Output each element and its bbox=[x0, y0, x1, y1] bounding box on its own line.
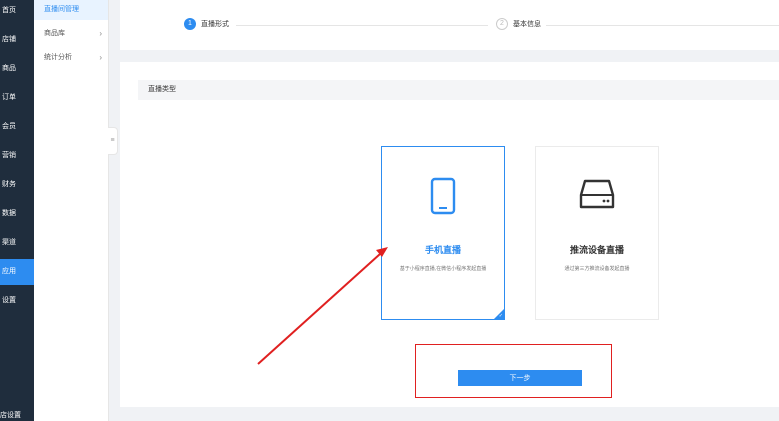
step-basic-info: 2 基本信息 bbox=[496, 18, 541, 32]
step-label: 直播形式 bbox=[201, 21, 229, 28]
nav-item-home[interactable]: 首页 bbox=[0, 0, 34, 22]
check-icon: ✓ bbox=[498, 313, 503, 319]
option-title: 手机直播 bbox=[424, 245, 461, 255]
chevron-right-icon: › bbox=[99, 29, 102, 38]
phone-icon bbox=[430, 177, 456, 215]
submenu-item-live-room[interactable]: 直播间管理 bbox=[34, 0, 108, 20]
step-number: 2 bbox=[496, 18, 508, 31]
submenu-item-label: 商品库 bbox=[44, 30, 65, 37]
nav-item-members[interactable]: 会员 bbox=[0, 116, 34, 138]
nav-item-data[interactable]: 数据 bbox=[0, 203, 34, 225]
step-connector bbox=[236, 25, 488, 26]
option-description: 通过第三方推流设备发起直播 bbox=[564, 266, 630, 272]
section-title: 直播类型 bbox=[138, 80, 779, 100]
submenu-item-statistics[interactable]: 统计分析 › bbox=[34, 48, 108, 68]
step-label: 基本信息 bbox=[513, 21, 541, 28]
step-connector bbox=[546, 25, 779, 26]
collapse-menu-icon[interactable]: ≡ bbox=[108, 127, 118, 155]
nav-item-settings[interactable]: 设置 bbox=[0, 290, 34, 312]
submenu-item-label: 统计分析 bbox=[44, 54, 72, 61]
nav-item-goods[interactable]: 商品 bbox=[0, 58, 34, 80]
submenu-item-label: 直播间管理 bbox=[44, 6, 79, 13]
step-number: 1 bbox=[184, 18, 196, 31]
option-phone-live[interactable]: 手机直播 基于小程序直播,在微信小程序发起直播 ✓ bbox=[381, 146, 505, 320]
nav-bottom-settings[interactable]: 店设置 bbox=[0, 410, 34, 421]
nav-item-marketing[interactable]: 营销 bbox=[0, 145, 34, 167]
steps-bar: 1 直播形式 2 基本信息 bbox=[120, 0, 779, 50]
nav-item-channels[interactable]: 渠道 bbox=[0, 232, 34, 254]
nav-item-apps[interactable]: 应用 bbox=[0, 259, 34, 285]
main-nav: 首页 店铺 商品 订单 会员 营销 财务 数据 渠道 应用 设置 店设置 bbox=[0, 0, 34, 421]
nav-item-store[interactable]: 店铺 bbox=[0, 29, 34, 51]
streaming-device-icon bbox=[579, 179, 615, 209]
option-title: 推流设备直播 bbox=[569, 245, 624, 255]
option-device-live[interactable]: 推流设备直播 通过第三方推流设备发起直播 bbox=[535, 146, 659, 320]
submenu-item-goods-library[interactable]: 商品库 › bbox=[34, 24, 108, 44]
sub-menu: 直播间管理 商品库 › 统计分析 › bbox=[34, 0, 109, 421]
nav-item-orders[interactable]: 订单 bbox=[0, 87, 34, 109]
nav-item-finance[interactable]: 财务 bbox=[0, 174, 34, 196]
step-live-format: 1 直播形式 bbox=[184, 18, 229, 32]
chevron-right-icon: › bbox=[99, 53, 102, 62]
option-description: 基于小程序直播,在微信小程序发起直播 bbox=[399, 266, 487, 272]
annotation-highlight-box bbox=[415, 344, 612, 398]
